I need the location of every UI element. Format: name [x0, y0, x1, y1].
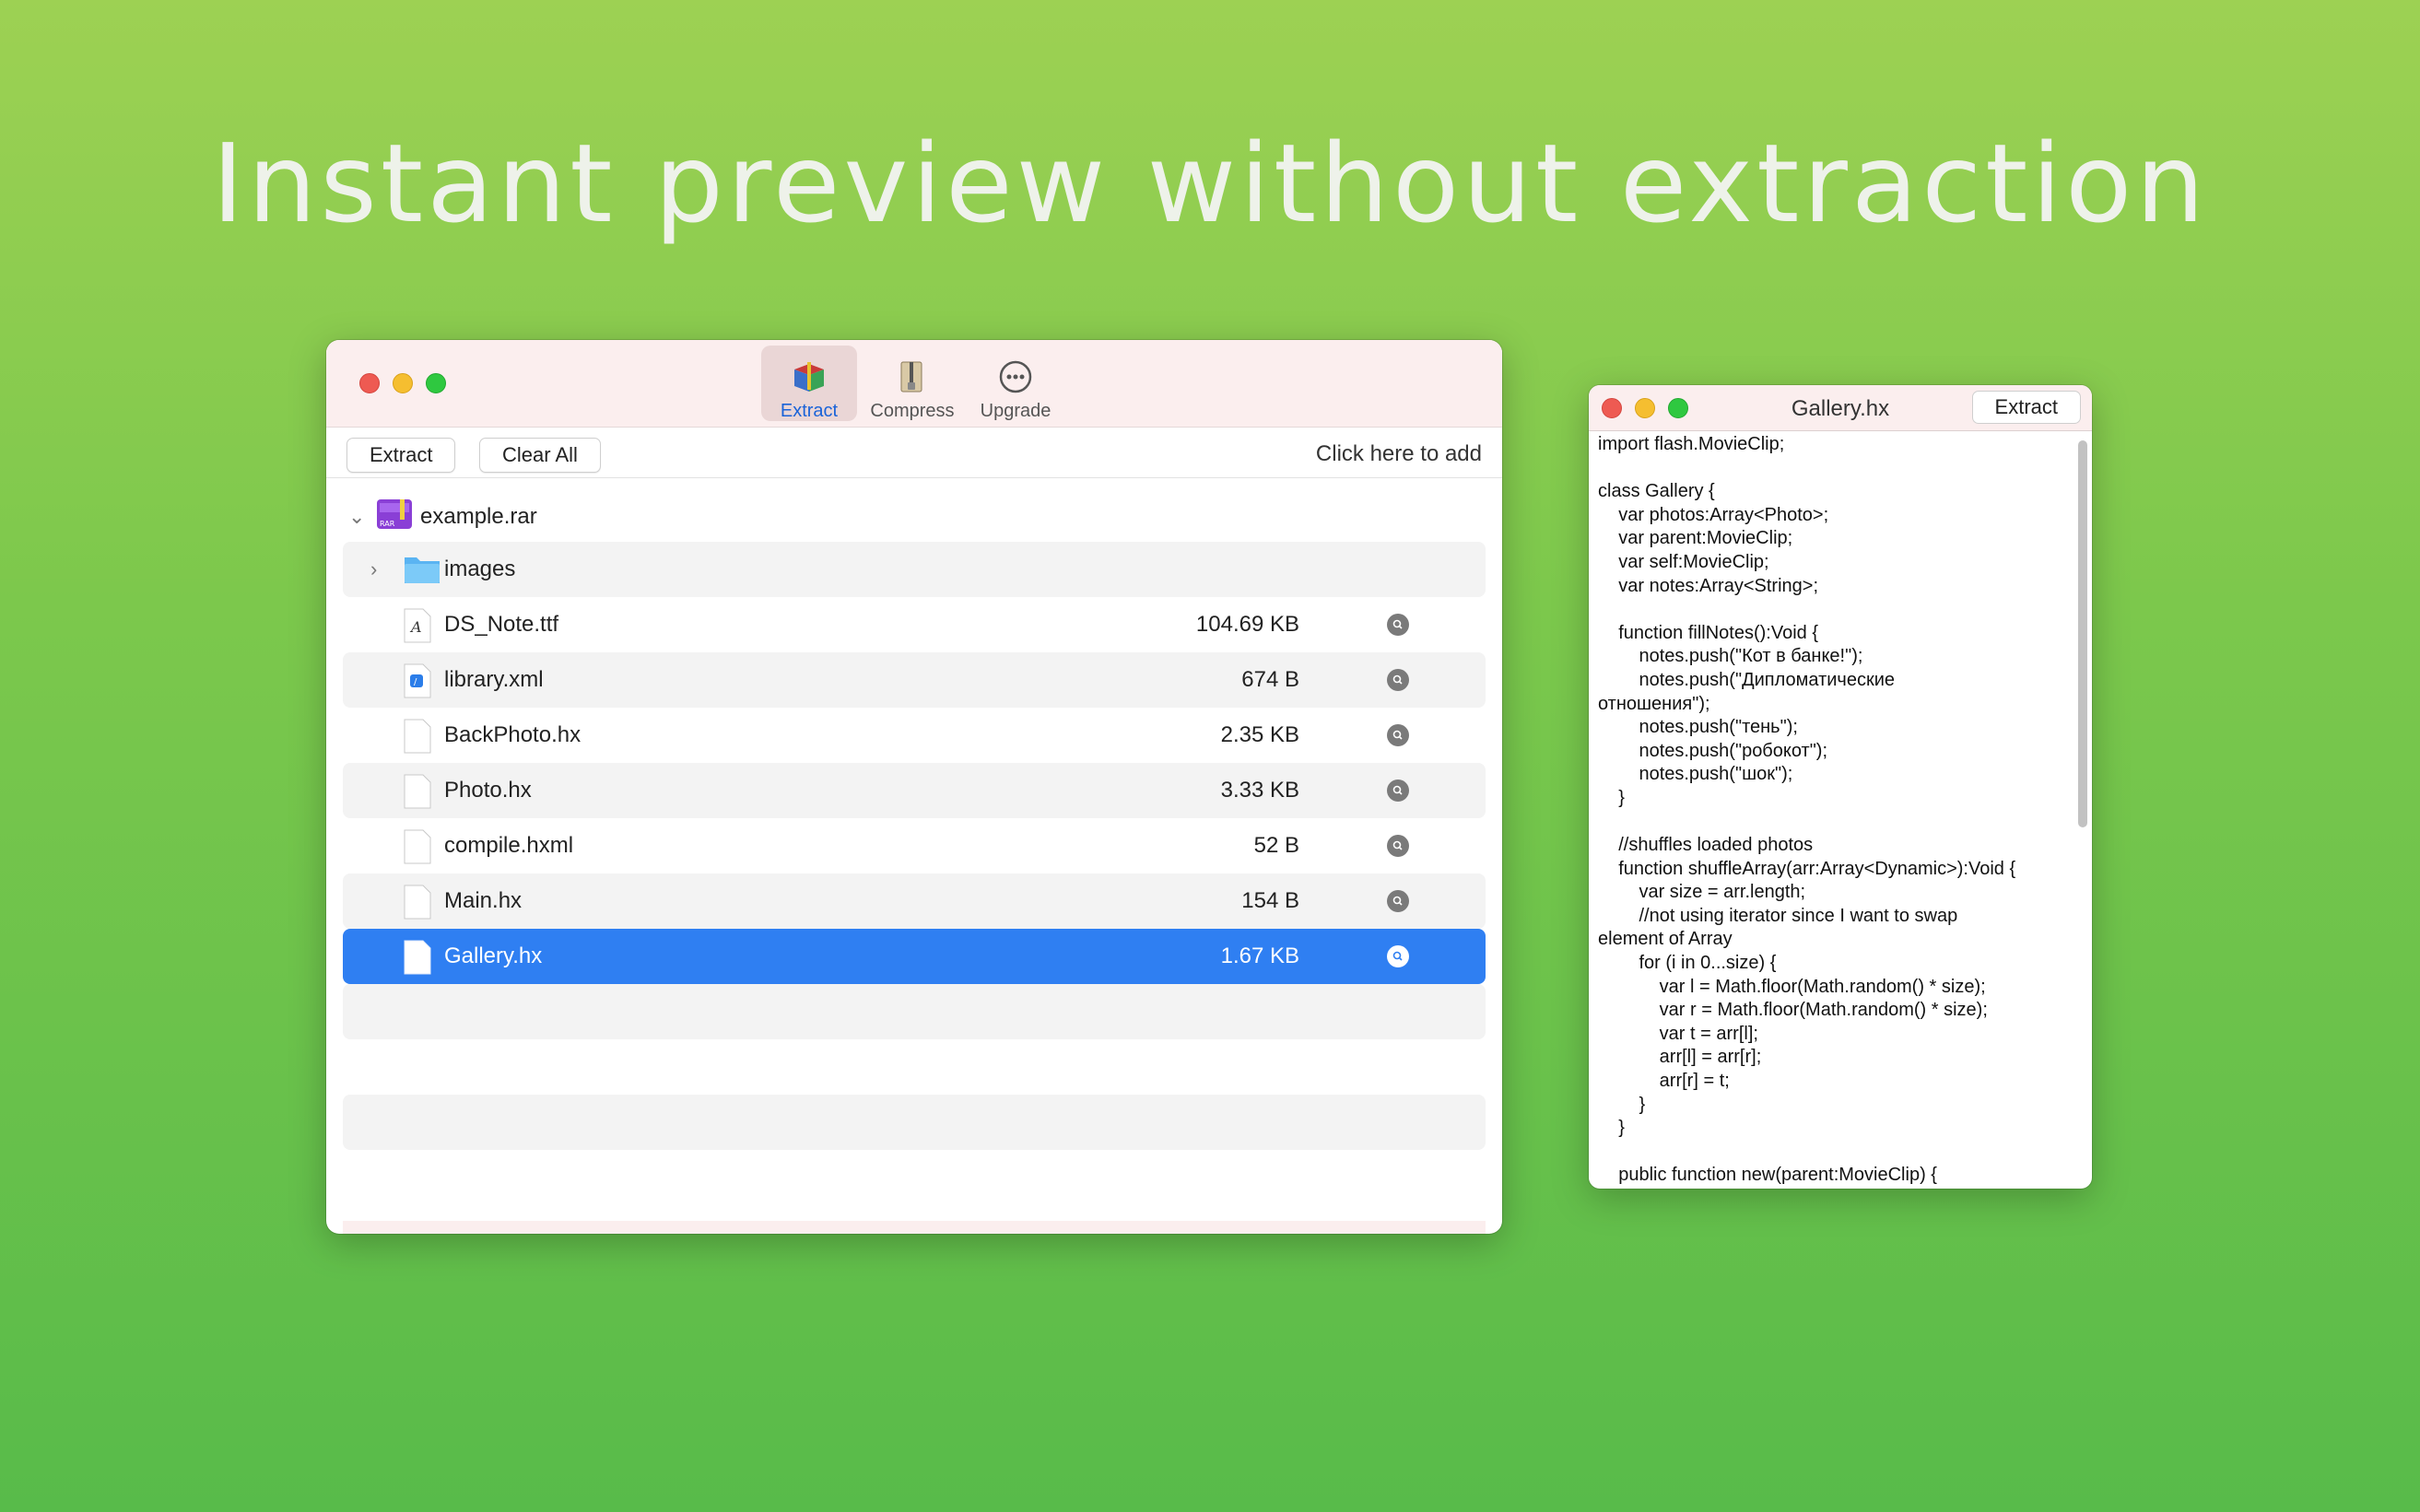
file-name: compile.hxml [444, 833, 574, 858]
svg-text:RAR: RAR [380, 520, 395, 528]
document-icon [404, 774, 431, 815]
file-name: DS_Note.ttf [444, 612, 559, 637]
quick-look-icon[interactable] [1387, 835, 1409, 857]
document-icon [404, 719, 431, 760]
zoom-button[interactable] [426, 373, 446, 393]
document-icon [404, 829, 431, 871]
window-bottom-strip [343, 1221, 1486, 1234]
quick-look-icon[interactable] [1387, 945, 1409, 967]
list-item[interactable]: Photo.hx 3.33 KB [343, 763, 1486, 818]
list-item-folder[interactable]: › images [343, 542, 1486, 597]
winrar-books-icon [761, 357, 857, 397]
headline: Instant preview without extraction [211, 120, 2209, 247]
file-size: 52 B [1253, 833, 1299, 858]
empty-row [343, 1039, 1486, 1095]
file-size: 674 B [1241, 667, 1299, 692]
file-list: › images A DS_Note.ttf 104.69 KB / libra… [343, 542, 1486, 1150]
folder-icon [404, 553, 441, 591]
extract-button[interactable]: Extract [347, 438, 456, 473]
file-name: Gallery.hx [444, 944, 543, 968]
quick-look-icon[interactable] [1387, 614, 1409, 636]
file-name: library.xml [444, 667, 544, 692]
main-titlebar: Extract Compress Upgrade [326, 340, 1502, 428]
file-size: 3.33 KB [1220, 778, 1299, 803]
preview-titlebar: Gallery.hx Extract [1589, 385, 2092, 431]
archive-window: Extract Compress Upgrade Extract Clear A… [326, 340, 1502, 1234]
list-item-selected[interactable]: Gallery.hx 1.67 KB [343, 929, 1486, 984]
action-bar: Extract Clear All Click here to add [326, 428, 1502, 478]
quick-look-icon[interactable] [1387, 669, 1409, 691]
font-file-icon: A [404, 608, 431, 650]
list-item[interactable]: compile.hxml 52 B [343, 818, 1486, 873]
vertical-scrollbar[interactable] [2075, 435, 2088, 1183]
file-size: 154 B [1241, 888, 1299, 913]
list-item[interactable]: / library.xml 674 B [343, 652, 1486, 708]
clear-all-button[interactable]: Clear All [479, 438, 601, 473]
chevron-right-icon[interactable]: › [370, 557, 377, 581]
minimize-button[interactable] [393, 373, 413, 393]
svg-text:A: A [409, 618, 422, 636]
list-item[interactable]: A DS_Note.ttf 104.69 KB [343, 597, 1486, 652]
chevron-down-icon[interactable]: ⌄ [348, 505, 370, 529]
document-icon [404, 940, 431, 981]
tool-compress[interactable]: Compress [864, 346, 960, 421]
rar-archive-icon: RAR [376, 498, 413, 537]
file-name: images [444, 557, 516, 581]
click-to-add-link[interactable]: Click here to add [1316, 441, 1482, 467]
tool-upgrade[interactable]: Upgrade [968, 346, 1063, 421]
zip-archive-icon [864, 357, 960, 397]
empty-row [343, 984, 1486, 1039]
document-icon [404, 885, 431, 926]
file-name: Photo.hx [444, 778, 532, 803]
code-preview: import flash.MovieClip; class Gallery { … [1598, 434, 2016, 1186]
file-name: Main.hx [444, 888, 523, 913]
list-item[interactable]: BackPhoto.hx 2.35 KB [343, 708, 1486, 763]
preview-extract-button[interactable]: Extract [1971, 391, 2081, 424]
scrollbar-thumb[interactable] [2078, 440, 2087, 827]
tool-extract[interactable]: Extract [761, 346, 857, 421]
file-size: 1.67 KB [1220, 944, 1299, 968]
close-button[interactable] [359, 373, 380, 393]
file-size: 104.69 KB [1195, 612, 1299, 637]
ellipsis-circle-icon [968, 357, 1063, 397]
empty-row [343, 1095, 1486, 1150]
file-size: 2.35 KB [1220, 722, 1299, 747]
quick-look-icon[interactable] [1387, 779, 1409, 802]
preview-window: Gallery.hx Extract import flash.MovieCli… [1589, 385, 2092, 1189]
toolbar: Extract Compress Upgrade [761, 346, 1063, 421]
quick-look-icon[interactable] [1387, 890, 1409, 912]
archive-name: example.rar [420, 504, 537, 529]
window-controls [359, 373, 446, 393]
archive-root-item[interactable]: ⌄ RAR example.rar [348, 492, 537, 542]
xml-file-icon: / [404, 663, 431, 705]
list-item[interactable]: Main.hx 154 B [343, 873, 1486, 929]
file-name: BackPhoto.hx [444, 722, 582, 747]
quick-look-icon[interactable] [1387, 724, 1409, 746]
